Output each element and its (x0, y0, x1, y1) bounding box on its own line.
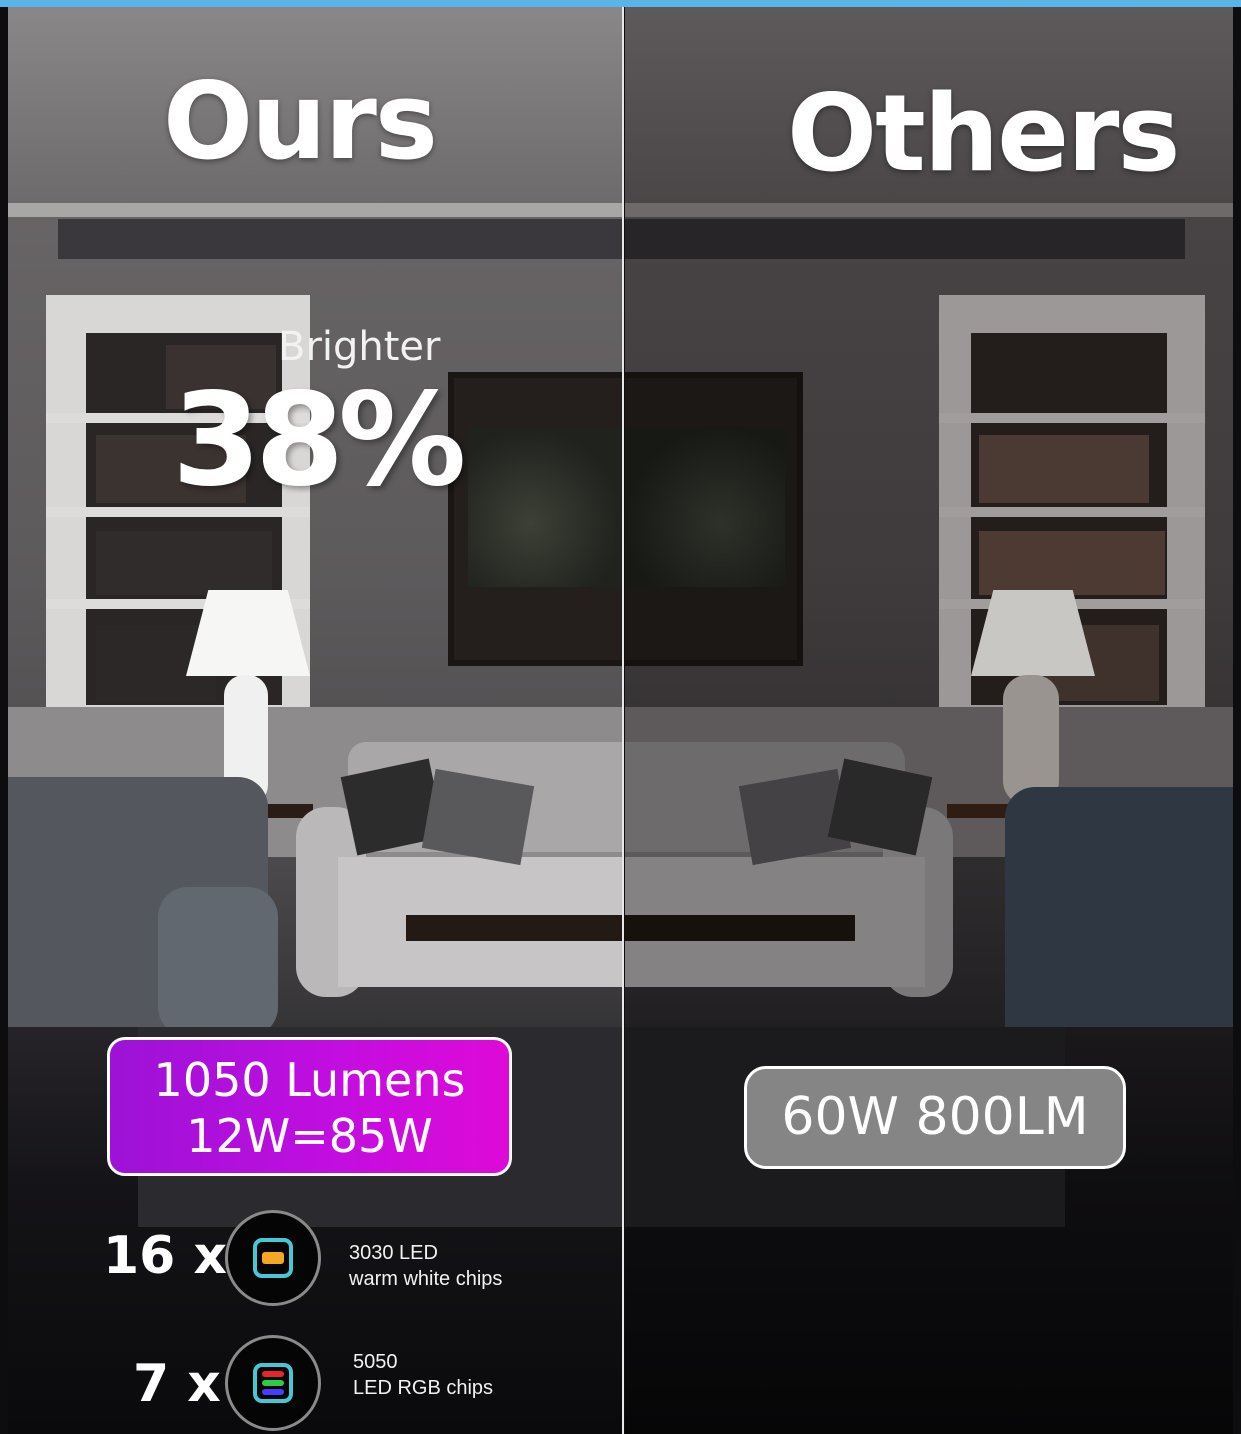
ours-spec-badge: 1050 Lumens 12W=85W (107, 1037, 512, 1176)
chip-desc-warm: 3030 LED warm white chips (349, 1240, 502, 1292)
chip-desc-rgb: 5050 LED RGB chips (353, 1349, 493, 1401)
others-title: Others (787, 72, 1181, 195)
chip-desc-warm-line2: warm white chips (349, 1268, 503, 1290)
brighter-percent: 38% (172, 366, 466, 515)
chip-count-rgb: 7 x (133, 1354, 221, 1414)
comparison-divider (622, 7, 624, 1434)
ours-title: Ours (163, 60, 438, 183)
ours-wattage-text: 12W=85W (186, 1109, 433, 1163)
others-room-image (625, 7, 1233, 1434)
warm-white-chip-icon (225, 1210, 321, 1306)
chip-count-warm: 16 x (103, 1226, 228, 1286)
chip-desc-warm-line1: 3030 LED (349, 1242, 438, 1264)
brighter-label: Brighter (278, 324, 441, 370)
rgb-chip-icon (225, 1335, 321, 1431)
chip-desc-rgb-line2: LED RGB chips (353, 1377, 494, 1399)
top-accent-bar (0, 0, 1241, 7)
ours-lumens-text: 1050 Lumens (153, 1053, 466, 1107)
living-room-scene (8, 7, 1233, 1434)
ours-room-image (8, 7, 624, 1434)
others-spec-badge: 60W 800LM (744, 1066, 1126, 1169)
chip-desc-rgb-line1: 5050 (353, 1351, 398, 1373)
